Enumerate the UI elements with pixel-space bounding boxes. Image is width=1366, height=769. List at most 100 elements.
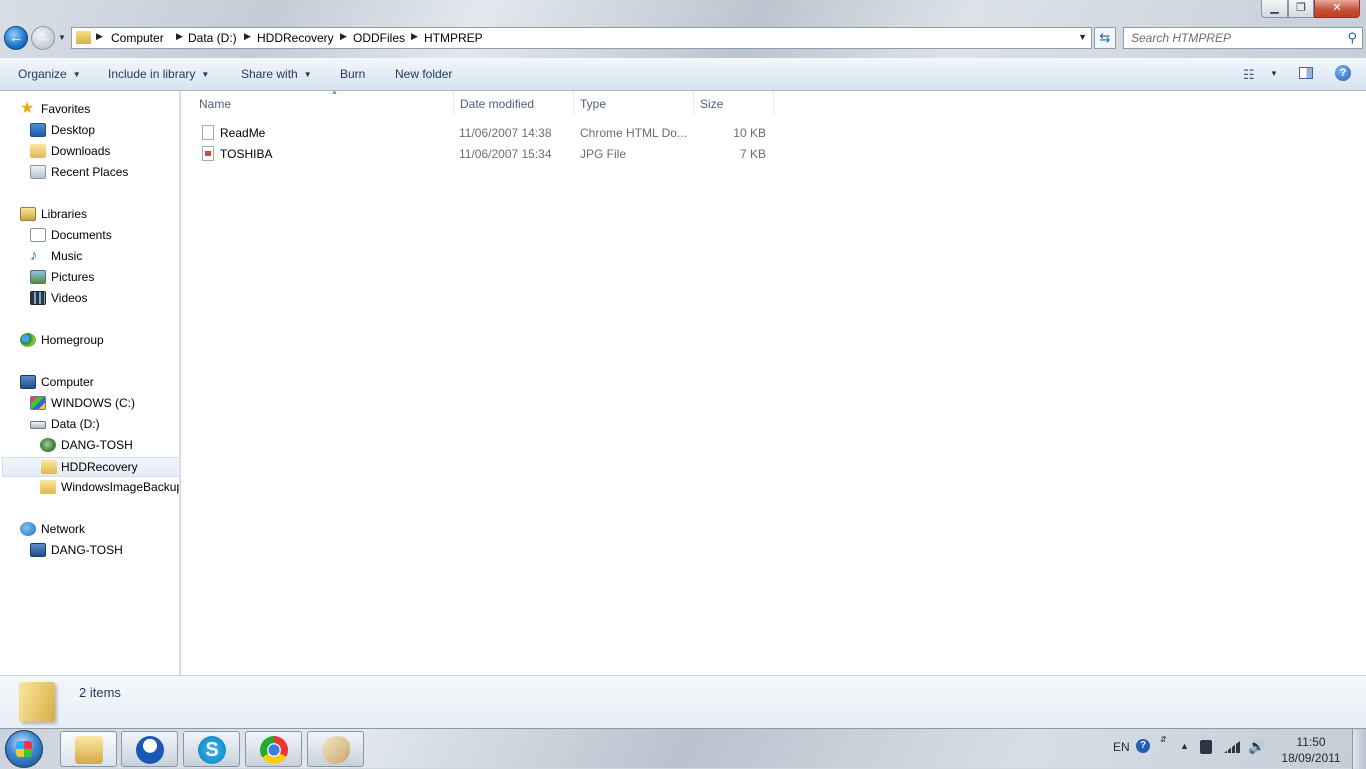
- column-header-type[interactable]: Type: [574, 91, 694, 115]
- network-signal-icon[interactable]: [1224, 741, 1240, 753]
- refresh-button[interactable]: ⇆: [1094, 27, 1116, 49]
- file-date: 11/06/2007 15:34: [459, 147, 552, 161]
- paint-palette-icon: [322, 736, 350, 764]
- libraries-icon: [20, 207, 36, 221]
- taskbar-paint[interactable]: [307, 731, 364, 767]
- close-icon: ✕: [1332, 2, 1342, 14]
- breadcrumb-separator[interactable]: ▶: [176, 31, 183, 42]
- breadcrumb-oddfiles[interactable]: ODDFiles: [353, 31, 405, 45]
- window-titlebar: ▁ ❐ ✕ ← → ▼ ▶ Computer ▶ Data (D:) ▶ HDD…: [0, 0, 1366, 58]
- burn-button[interactable]: Burn: [340, 67, 365, 81]
- network-folder-icon: [40, 438, 56, 452]
- file-name: TOSHIBA: [220, 147, 273, 161]
- file-date: 11/06/2007 14:38: [459, 126, 552, 140]
- breadcrumb-separator[interactable]: ▶: [411, 31, 418, 42]
- skype-icon: S: [198, 736, 226, 764]
- computer-icon: [30, 543, 46, 557]
- pictures-icon: [30, 270, 46, 284]
- search-box[interactable]: ⚲: [1123, 27, 1363, 49]
- breadcrumb-separator[interactable]: ▶: [244, 31, 251, 42]
- sort-ascending-icon: ▲: [331, 89, 338, 96]
- taskbar: S EN ? ⇵ ▲ 🔊 11:50 18/09/2011: [0, 728, 1366, 769]
- folder-icon: [41, 460, 57, 474]
- close-button[interactable]: ✕: [1314, 0, 1360, 18]
- file-list-view: Name ▲ Date modified Type Size ReadMe 11/…: [181, 89, 1366, 675]
- search-icon[interactable]: ⚲: [1347, 30, 1357, 46]
- preview-pane-icon[interactable]: [1299, 67, 1313, 79]
- show-desktop-button[interactable]: [1352, 729, 1366, 769]
- forward-button[interactable]: →: [31, 26, 55, 50]
- file-row[interactable]: ReadMe 11/06/2007 14:38 Chrome HTML Do..…: [181, 123, 781, 143]
- change-view-icon[interactable]: ☷: [1243, 67, 1255, 83]
- file-type: JPG File: [580, 147, 627, 161]
- folder-icon: [76, 31, 91, 44]
- videos-icon: [30, 291, 46, 305]
- taskbar-windows-explorer[interactable]: [60, 731, 117, 767]
- share-with-menu[interactable]: Share with ▼: [241, 67, 312, 81]
- chevron-down-icon: ▼: [201, 70, 210, 79]
- forward-arrow-icon: →: [36, 29, 50, 45]
- breadcrumb-htmprep[interactable]: HTMPREP: [424, 31, 483, 45]
- language-bar-arrows-icon[interactable]: ⇵: [1160, 736, 1167, 744]
- help-icon[interactable]: ?: [1136, 739, 1150, 753]
- restore-icon: ❐: [1296, 2, 1306, 14]
- new-folder-button[interactable]: New folder: [395, 67, 452, 81]
- language-indicator[interactable]: EN: [1113, 740, 1130, 754]
- volume-icon[interactable]: 🔊: [1248, 738, 1265, 755]
- refresh-icon: ⇆: [1099, 30, 1111, 45]
- drive-icon: [30, 421, 46, 429]
- recent-places-icon: [30, 165, 46, 179]
- documents-icon: [30, 228, 46, 242]
- network-icon: [20, 522, 36, 536]
- navigation-pane: ★ Favorites Desktop Downloads Recent Plac…: [0, 91, 180, 675]
- taskbar-google-chrome[interactable]: [245, 731, 302, 767]
- clock-date[interactable]: 18/09/2011: [1280, 751, 1342, 765]
- file-type: Chrome HTML Do...: [580, 126, 687, 140]
- search-input[interactable]: [1129, 30, 1338, 46]
- breadcrumb-separator[interactable]: ▶: [96, 31, 103, 42]
- windows-logo-icon: [16, 741, 32, 757]
- taskbar-windows-live-messenger[interactable]: [121, 731, 178, 767]
- organize-menu[interactable]: Organize ▼: [18, 67, 81, 81]
- file-name: ReadMe: [220, 126, 266, 140]
- address-bar[interactable]: ▶ Computer ▶ Data (D:) ▶ HDDRecovery ▶ O…: [71, 27, 1092, 49]
- taskbar-skype[interactable]: S: [183, 731, 240, 767]
- address-history-dropdown[interactable]: ▼: [1078, 32, 1087, 42]
- messenger-icon: [136, 736, 164, 764]
- breadcrumb-separator[interactable]: ▶: [340, 31, 347, 42]
- downloads-folder-icon: [30, 144, 46, 158]
- views-dropdown[interactable]: ▼: [1270, 69, 1278, 78]
- chrome-icon: [260, 736, 288, 764]
- back-arrow-icon: ←: [9, 29, 23, 45]
- column-header-date-modified[interactable]: Date modified: [454, 91, 574, 115]
- windows-explorer-icon: [75, 736, 103, 764]
- system-drive-icon: [30, 396, 46, 410]
- help-icon[interactable]: ?: [1335, 65, 1351, 81]
- file-size: 7 KB: [739, 147, 766, 161]
- folder-icon: [19, 682, 55, 722]
- chevron-down-icon: ▼: [72, 70, 81, 79]
- clock-time[interactable]: 11:50: [1280, 735, 1342, 749]
- details-pane: 2 items: [0, 675, 1366, 728]
- column-header-size[interactable]: Size: [694, 91, 774, 115]
- breadcrumb-hddrecovery[interactable]: HDDRecovery: [257, 31, 334, 45]
- back-button[interactable]: ←: [4, 26, 28, 50]
- show-hidden-icons-button[interactable]: ▲: [1180, 741, 1189, 751]
- command-bar: Organize ▼ Include in library ▼ Share with…: [0, 58, 1366, 91]
- folder-icon: [40, 480, 56, 494]
- include-in-library-menu[interactable]: Include in library ▼: [108, 67, 209, 81]
- power-plug-icon[interactable]: [1200, 740, 1212, 754]
- sidebar-item-hddrecovery[interactable]: HDDRecovery: [2, 457, 179, 477]
- jpg-file-icon: [202, 146, 214, 161]
- breadcrumb-data-d[interactable]: Data (D:): [188, 31, 237, 45]
- recent-pages-dropdown[interactable]: ▼: [58, 33, 66, 42]
- column-header-name[interactable]: Name ▲: [193, 89, 454, 115]
- music-icon: ♪: [30, 247, 38, 264]
- minimize-icon: ▁: [1270, 2, 1279, 14]
- file-row[interactable]: TOSHIBA 11/06/2007 15:34 JPG File 7 KB: [181, 144, 781, 164]
- start-button[interactable]: [5, 730, 43, 768]
- minimize-button[interactable]: ▁: [1261, 0, 1288, 18]
- maximize-button[interactable]: ❐: [1288, 0, 1314, 18]
- breadcrumb-computer[interactable]: Computer: [111, 31, 164, 45]
- item-count: 2 items: [79, 685, 121, 700]
